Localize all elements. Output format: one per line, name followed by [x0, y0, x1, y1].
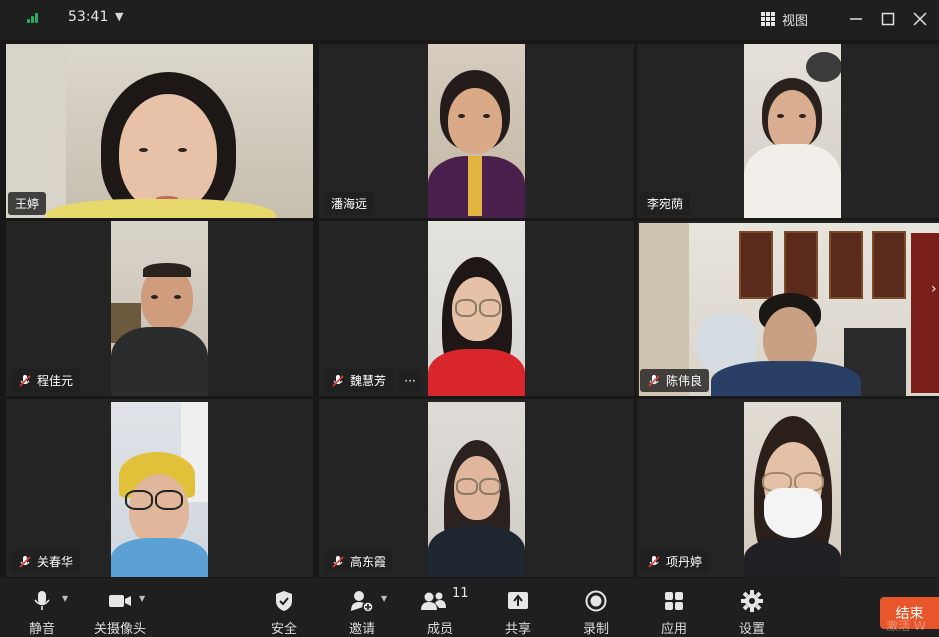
- apps-label: 应用: [660, 622, 687, 637]
- participant-name: 陈伟良: [666, 374, 703, 388]
- participant-name: 李宛荫: [647, 197, 684, 211]
- mic-icon: [29, 588, 55, 614]
- members-count: 11: [452, 586, 469, 601]
- share-button[interactable]: 共享: [488, 584, 548, 637]
- participant-tile[interactable]: 李宛荫: [637, 44, 939, 218]
- participant-tile[interactable]: 陈伟良 ›: [637, 221, 939, 396]
- close-button[interactable]: [910, 9, 930, 29]
- participant-name-tag: 李宛荫: [640, 192, 691, 215]
- mute-label: 静音: [28, 622, 55, 637]
- members-label: 成员: [426, 622, 453, 637]
- participant-tile[interactable]: 项丹婷: [637, 399, 939, 577]
- participant-name-tag: 潘海远: [324, 192, 375, 215]
- signal-icon[interactable]: [27, 11, 41, 23]
- participant-video: [428, 44, 525, 218]
- participant-name: 程佳元: [37, 374, 74, 388]
- settings-button[interactable]: 设置: [722, 584, 782, 637]
- participant-video: [744, 402, 841, 577]
- people-icon: [421, 588, 447, 614]
- participant-tile[interactable]: 程佳元: [6, 221, 313, 396]
- participant-tile[interactable]: 潘海远: [319, 44, 634, 218]
- participant-name-tag: 关春华: [11, 550, 81, 573]
- participant-tile[interactable]: 关春华: [6, 399, 313, 577]
- activation-watermark: 激活 W: [886, 619, 926, 633]
- view-button[interactable]: 视图: [760, 7, 808, 31]
- camera-button[interactable]: ▼ 关摄像头: [90, 584, 150, 637]
- record-button[interactable]: 录制: [566, 584, 626, 637]
- meeting-timer: 53:41: [68, 9, 109, 25]
- participant-name-tag: 魏慧芳: [324, 369, 394, 392]
- participant-name-tag: 程佳元: [11, 369, 81, 392]
- settings-label: 设置: [738, 622, 765, 637]
- participant-video: [428, 221, 525, 396]
- camera-label: 关摄像头: [93, 622, 146, 637]
- mic-muted-icon: [648, 555, 660, 568]
- chevron-right-icon[interactable]: ›: [931, 281, 937, 297]
- participant-name: 潘海远: [331, 197, 368, 211]
- record-label: 录制: [582, 622, 609, 637]
- grid-view-icon: [761, 12, 775, 26]
- participant-name-tag: 陈伟良: [640, 369, 710, 392]
- minimize-button[interactable]: [846, 9, 866, 29]
- apps-icon: [661, 588, 687, 614]
- video-grid: 王婷 潘海远 李宛荫 程佳元 魏慧芳 ··· 陈伟良 › 关春华 高东霞 项丹婷: [0, 40, 939, 578]
- mic-muted-icon: [19, 555, 31, 568]
- invite-button[interactable]: ▼ 邀请: [332, 584, 392, 637]
- participant-name-tag: 高东霞: [324, 550, 394, 573]
- record-icon: [583, 588, 609, 614]
- maximize-icon: [881, 12, 895, 26]
- participant-video: [111, 221, 208, 396]
- mic-muted-icon: [648, 374, 660, 387]
- participant-video: [6, 44, 313, 218]
- mute-button[interactable]: ▼ 静音: [12, 584, 72, 637]
- security-button[interactable]: 安全: [254, 584, 314, 637]
- shield-icon: [271, 588, 297, 614]
- gear-icon: [739, 588, 765, 614]
- mic-muted-icon: [19, 374, 31, 387]
- participant-name: 关春华: [37, 555, 74, 569]
- participant-name: 王婷: [15, 197, 40, 211]
- minimize-icon: [850, 18, 862, 20]
- close-icon: [913, 12, 927, 26]
- chevron-down-icon[interactable]: ▼: [62, 594, 68, 603]
- participant-video: [111, 402, 208, 577]
- bottom-toolbar: ▼ 静音 ▼ 关摄像头 安全 ▼ 邀请 11 成员 共享 录制 应用 设置: [0, 578, 939, 637]
- share-label: 共享: [504, 622, 531, 637]
- chevron-down-icon[interactable]: ▼: [381, 594, 387, 603]
- view-label: 视图: [782, 13, 809, 29]
- participant-video: [428, 402, 525, 577]
- participant-name-tag: 王婷: [8, 192, 47, 215]
- security-label: 安全: [270, 622, 297, 637]
- top-bar: 53:41 ▼ 视图: [0, 0, 939, 40]
- participant-name: 魏慧芳: [350, 374, 387, 388]
- participant-tile[interactable]: 高东霞: [319, 399, 634, 577]
- participant-tile[interactable]: 王婷: [6, 44, 313, 218]
- participant-name: 项丹婷: [666, 555, 703, 569]
- participant-name-tag: 项丹婷: [640, 550, 710, 573]
- participant-video: [744, 44, 841, 218]
- mic-muted-icon: [332, 555, 344, 568]
- mic-muted-icon: [332, 374, 344, 387]
- invite-label: 邀请: [348, 622, 375, 637]
- participant-tile[interactable]: 魏慧芳 ···: [319, 221, 634, 396]
- apps-button[interactable]: 应用: [644, 584, 704, 637]
- share-icon: [505, 588, 531, 614]
- camera-icon: [107, 588, 133, 614]
- members-button[interactable]: 11 成员: [410, 584, 470, 637]
- chevron-down-icon[interactable]: ▼: [139, 594, 145, 603]
- more-options-button[interactable]: ···: [399, 370, 421, 392]
- maximize-button[interactable]: [878, 9, 898, 29]
- chevron-down-icon[interactable]: ▼: [115, 10, 123, 23]
- add-user-icon: [349, 588, 375, 614]
- participant-name: 高东霞: [350, 555, 387, 569]
